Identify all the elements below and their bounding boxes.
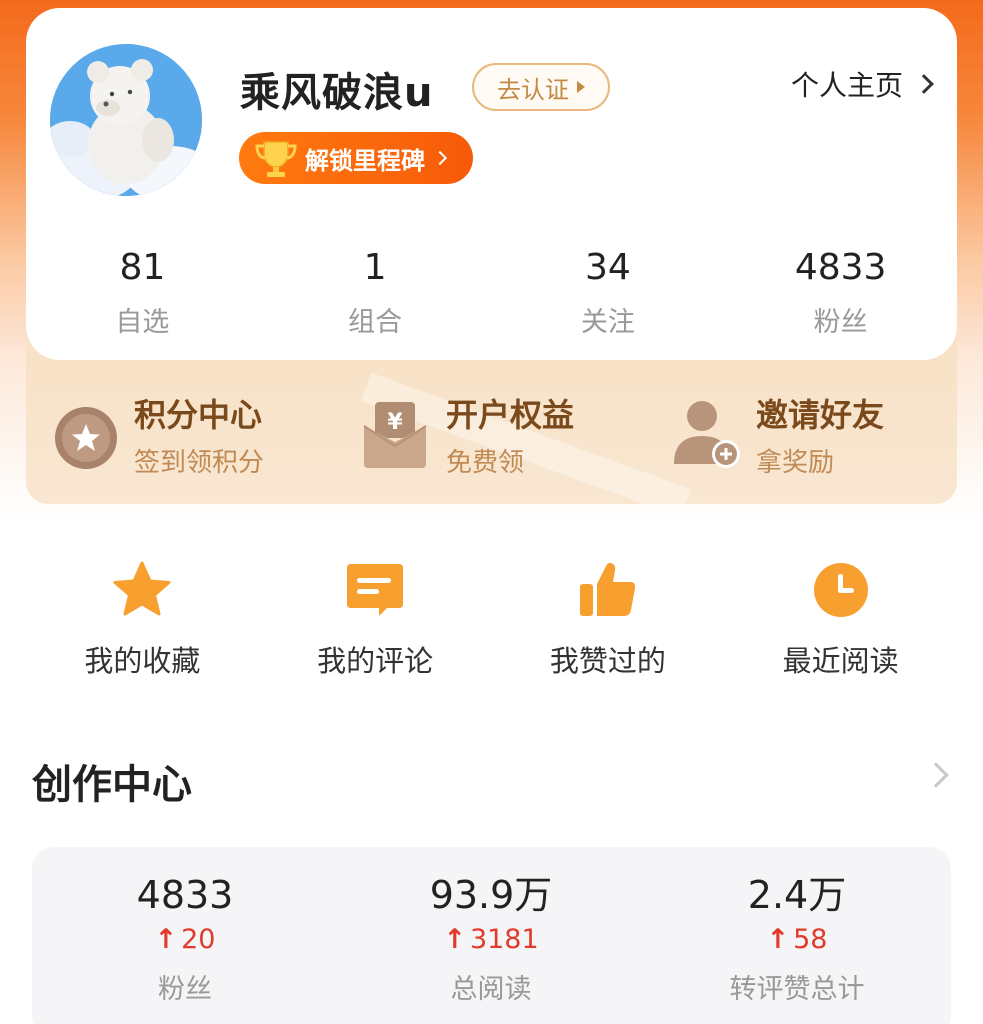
stat-followers[interactable]: 4833 粉丝 — [724, 244, 957, 339]
homepage-label: 个人主页 — [790, 69, 903, 102]
benefit-title: 邀请好友 — [756, 396, 885, 434]
stat-label: 关注 — [580, 307, 635, 338]
benefit-subtitle: 免费领 — [446, 448, 525, 478]
delta-value: 58 — [793, 924, 828, 955]
stat-watchlist[interactable]: 81 自选 — [26, 244, 259, 339]
creation-stat-followers[interactable]: 4833 ↑ 20 粉丝 — [32, 871, 338, 1006]
stat-portfolio[interactable]: 1 组合 — [259, 244, 492, 339]
chevron-right-icon — [914, 74, 934, 94]
quick-action-favorites[interactable]: 我的收藏 — [26, 560, 259, 680]
play-triangle-icon — [577, 81, 585, 93]
creation-stat-delta: ↑ 3181 — [338, 921, 644, 959]
quick-action-comments[interactable]: 我的评论 — [259, 560, 492, 680]
creation-stat-value: 93.9万 — [429, 873, 553, 917]
stat-following[interactable]: 34 关注 — [492, 244, 725, 339]
verify-button[interactable]: 去认证 — [472, 63, 610, 111]
quick-action-label: 我的收藏 — [84, 644, 201, 678]
creation-stat-label: 粉丝 — [158, 974, 212, 1005]
stat-label: 自选 — [115, 307, 170, 338]
benefit-points-center[interactable]: 积分中心 签到领积分 — [54, 390, 354, 480]
stat-label: 组合 — [348, 307, 403, 338]
stat-label: 粉丝 — [813, 307, 868, 338]
creation-stat-delta: ↑ 20 — [32, 921, 338, 959]
benefit-title: 积分中心 — [134, 396, 263, 434]
quick-actions: 我的收藏 我的评论 我赞过的 最近阅读 — [26, 560, 957, 680]
star-icon — [113, 561, 171, 616]
star-badge-icon — [55, 407, 117, 469]
comment-icon — [347, 564, 404, 616]
avatar-image — [50, 44, 202, 196]
benefit-invite-friends[interactable]: 邀请好友 拿奖励 — [670, 390, 950, 480]
profile-stats: 81 自选 1 组合 34 关注 4833 粉丝 — [26, 244, 957, 339]
up-arrow-icon: ↑ — [154, 924, 178, 955]
quick-action-liked[interactable]: 我赞过的 — [492, 560, 725, 680]
creation-stat-label: 总阅读 — [450, 974, 532, 1005]
clock-icon — [813, 563, 868, 617]
benefit-title: 开户权益 — [446, 396, 575, 434]
stat-value: 4833 — [794, 247, 887, 288]
chevron-right-icon — [432, 150, 448, 166]
chevron-right-icon[interactable] — [923, 762, 949, 788]
verify-label: 去认证 — [497, 75, 569, 104]
svg-text:¥: ¥ — [387, 410, 403, 435]
benefit-subtitle: 签到领积分 — [134, 448, 265, 478]
delta-value: 3181 — [469, 924, 539, 955]
creation-center-title: 创作中心 — [32, 762, 192, 808]
benefit-account-opening[interactable]: ¥ 开户权益 免费领 — [362, 390, 662, 480]
quick-action-label: 最近阅读 — [782, 644, 899, 678]
creation-stat-engagement[interactable]: 2.4万 ↑ 58 转评赞总计 — [644, 871, 950, 1006]
username: 乘风破浪u — [240, 70, 434, 116]
thumbs-up-icon — [579, 562, 636, 616]
quick-action-label: 我的评论 — [317, 644, 434, 678]
avatar[interactable] — [50, 44, 202, 196]
stat-value: 34 — [584, 247, 631, 288]
up-arrow-icon: ↑ — [443, 924, 466, 955]
benefit-subtitle: 拿奖励 — [756, 448, 835, 478]
quick-action-recent-reading[interactable]: 最近阅读 — [724, 560, 957, 680]
unlock-milestone-button[interactable]: 解锁里程碑 — [239, 132, 473, 184]
trophy-icon — [255, 141, 297, 177]
stat-value: 81 — [119, 247, 166, 288]
profile-card: 乘风破浪u 去认证 个人主页 解锁里程碑 81 自选 1 组合 34 关注 48… — [26, 8, 957, 360]
delta-value: 20 — [181, 924, 216, 955]
creation-stat-delta: ↑ 58 — [644, 921, 950, 959]
creation-stat-value: 2.4万 — [747, 873, 847, 917]
quick-action-label: 我赞过的 — [549, 644, 666, 678]
up-arrow-icon: ↑ — [766, 924, 790, 955]
creation-stat-total-reads[interactable]: 93.9万 ↑ 3181 总阅读 — [338, 871, 644, 1006]
milestone-label: 解锁里程碑 — [305, 146, 425, 175]
personal-homepage-link[interactable]: 个人主页 — [790, 64, 934, 104]
creation-stat-label: 转评赞总计 — [729, 974, 865, 1005]
add-user-icon — [674, 401, 740, 468]
creation-stat-value: 4833 — [136, 873, 234, 917]
yuan-envelope-icon: ¥ — [363, 402, 427, 468]
stat-value: 1 — [363, 247, 387, 288]
creation-center-card[interactable]: 4833 ↑ 20 粉丝 93.9万 ↑ 3181 总阅读 2.4万 ↑ 58 转评赞… — [32, 847, 951, 1024]
